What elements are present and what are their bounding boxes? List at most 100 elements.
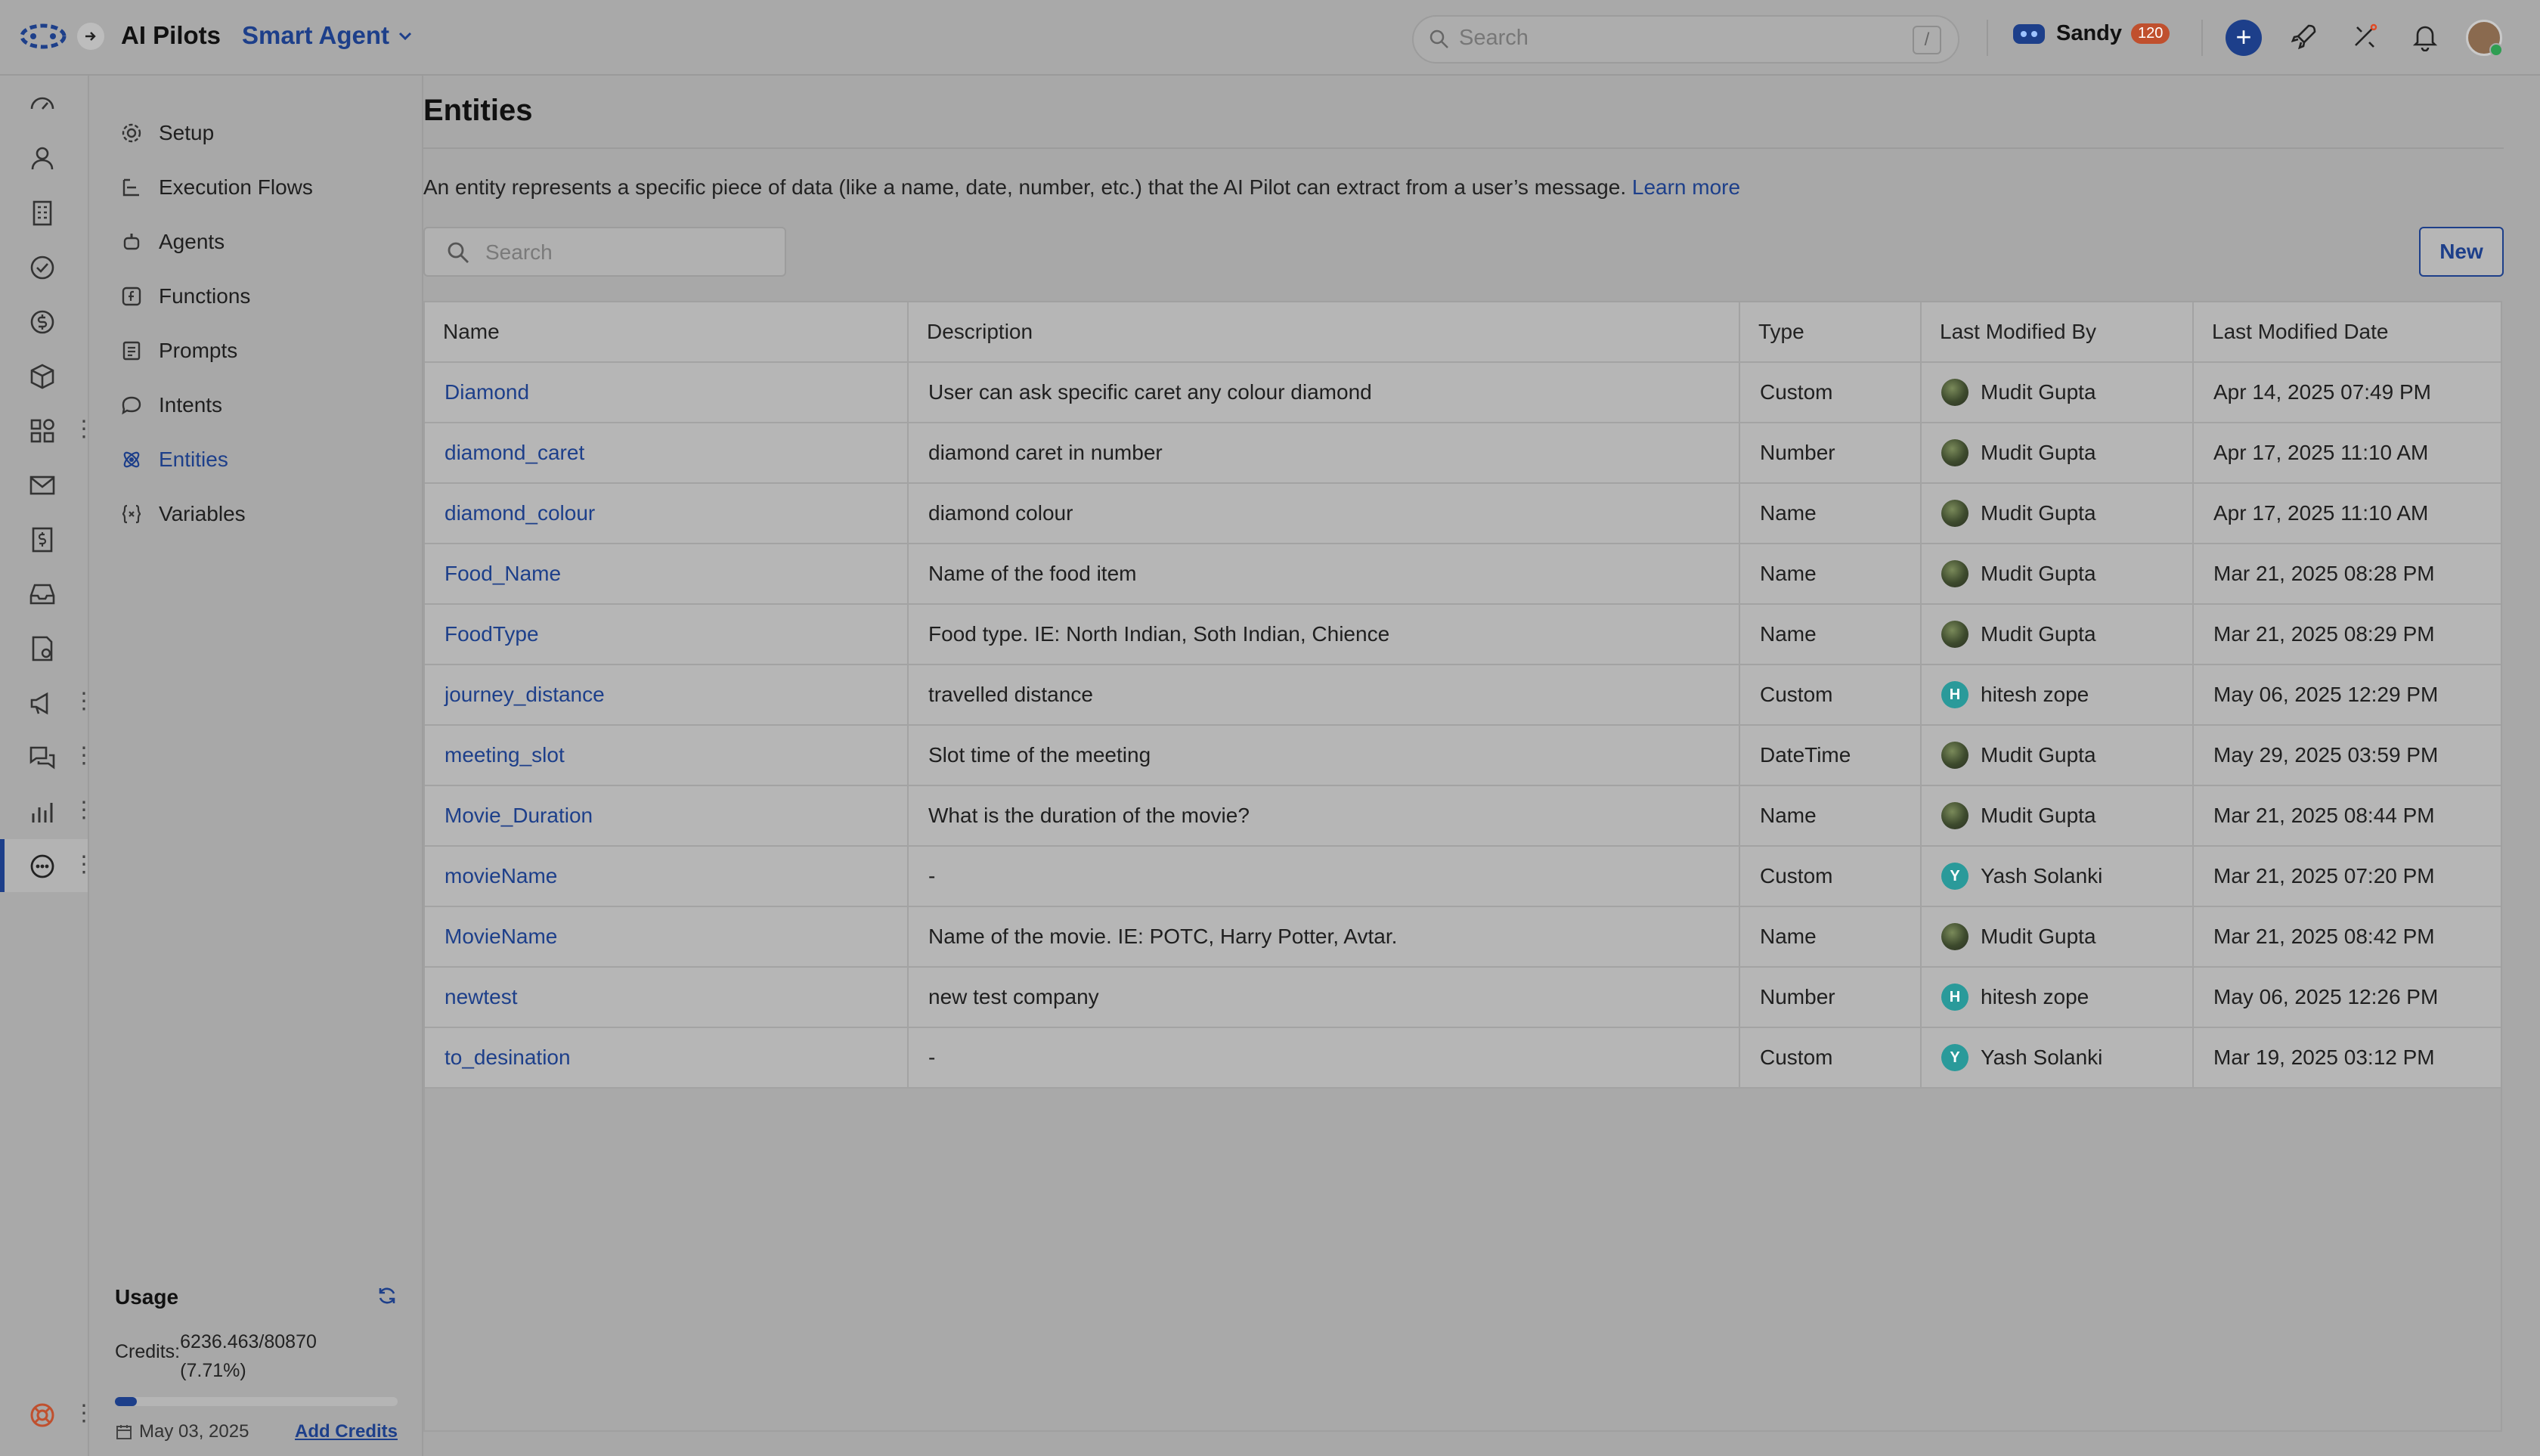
email-icon[interactable] xyxy=(27,470,57,500)
table-row[interactable]: Movie_Duration What is the duration of th… xyxy=(425,785,2501,847)
nav-item-variables[interactable]: Variables xyxy=(119,491,407,537)
table-row[interactable]: FoodType Food type. IE: North Indian, Sot… xyxy=(425,604,2501,665)
table-row[interactable]: meeting_slot Slot time of the meeting Date… xyxy=(425,725,2501,786)
nav-item-entities[interactable]: Entities xyxy=(119,437,407,482)
column-header-last-modified-by[interactable]: Last Modified By xyxy=(1921,302,2194,363)
more-options-icon[interactable]: ⋮ xyxy=(73,690,95,713)
more-options-icon[interactable]: ⋮ xyxy=(73,1402,95,1425)
entity-name-link[interactable]: diamond_colour xyxy=(444,501,595,525)
forms-icon[interactable] xyxy=(27,634,57,664)
table-row[interactable]: journey_distance travelled distance Custom… xyxy=(425,664,2501,726)
tasks-icon[interactable] xyxy=(27,252,57,283)
user-account-chip[interactable]: Sandy 120 xyxy=(2011,18,2170,48)
global-search-input[interactable]: Search / xyxy=(1412,15,1959,64)
table-body: Diamond User can ask specific caret any c… xyxy=(425,362,2501,1089)
cell-description: travelled distance xyxy=(908,664,1740,726)
table-row[interactable]: newtest new test company Number Hhitesh zop… xyxy=(425,967,2501,1028)
app-logo-icon[interactable] xyxy=(20,23,67,50)
learn-more-link[interactable]: Learn more xyxy=(1632,175,1740,199)
entity-name-link[interactable]: Food_Name xyxy=(444,562,561,585)
table-row[interactable]: movieName - Custom Y Yash Solanki Mar 21, 202… xyxy=(425,846,2501,907)
reports-icon[interactable] xyxy=(27,797,57,827)
table-row[interactable]: Diamond User can ask specific caret any c… xyxy=(425,362,2501,423)
user-avatar[interactable] xyxy=(2466,20,2503,57)
column-header-description[interactable]: Description xyxy=(908,302,1740,363)
entity-name-link[interactable]: MovieName xyxy=(444,925,557,948)
entity-name-link[interactable]: diamond_caret xyxy=(444,441,584,464)
entity-type: Name xyxy=(1760,925,1817,948)
billing-icon[interactable] xyxy=(27,525,57,555)
search-placeholder: Search xyxy=(1459,26,1529,50)
collapse-sidebar-button[interactable] xyxy=(77,23,104,50)
table-row[interactable]: MovieName Name of the movie. IE: POTC, Ha… xyxy=(425,906,2501,968)
nav-item-agents[interactable]: Agents xyxy=(119,219,407,265)
nav-item-prompts[interactable]: Prompts xyxy=(119,328,407,373)
entity-modified-date: Apr 17, 2025 11:10 AM xyxy=(2213,501,2429,525)
entity-type: Number xyxy=(1760,441,1835,464)
add-credits-link[interactable]: Add Credits xyxy=(295,1421,398,1442)
cell-type: Custom xyxy=(1739,362,1922,423)
cell-type: Custom xyxy=(1739,664,1922,726)
refresh-icon[interactable] xyxy=(376,1285,398,1306)
company-icon[interactable] xyxy=(27,198,57,228)
table-row[interactable]: diamond_colour diamond colour Name Mudit Gu… xyxy=(425,483,2501,544)
nav-item-execution-flows[interactable]: Execution Flows xyxy=(119,165,407,210)
divider xyxy=(2201,20,2203,56)
nav-item-intents[interactable]: Intents xyxy=(119,383,407,428)
help-icon[interactable] xyxy=(27,1400,57,1430)
entity-name-link[interactable]: newtest xyxy=(444,985,518,1008)
modified-by: Mudit Gupta xyxy=(1941,923,2173,950)
contacts-icon[interactable] xyxy=(27,144,57,174)
tools-icon[interactable] xyxy=(2350,21,2380,51)
agent-switcher[interactable]: Smart Agent xyxy=(242,21,414,50)
more-options-icon[interactable]: ⋮ xyxy=(73,418,95,441)
campaigns-icon[interactable] xyxy=(27,688,57,718)
entity-search-input[interactable]: Search xyxy=(423,227,786,277)
entity-name-link[interactable]: Diamond xyxy=(444,380,529,404)
dashboard-icon[interactable] xyxy=(27,89,57,119)
cell-name: Movie_Duration xyxy=(425,785,909,847)
cell-modified-date: Mar 21, 2025 07:20 PM xyxy=(2193,846,2501,907)
more-options-icon[interactable]: ⋮ xyxy=(73,799,95,822)
entity-modified-date: May 06, 2025 12:26 PM xyxy=(2213,985,2439,1008)
more-options-icon[interactable]: ⋮ xyxy=(73,853,95,876)
entity-modified-date: May 06, 2025 12:29 PM xyxy=(2213,683,2439,706)
more-options-icon[interactable]: ⋮ xyxy=(73,745,95,767)
table-row[interactable]: to_desination - Custom Y Yash Solanki Mar 19,… xyxy=(425,1027,2501,1089)
nav-item-setup[interactable]: Setup xyxy=(119,110,407,156)
apps-icon[interactable] xyxy=(27,416,57,446)
bell-icon[interactable] xyxy=(2410,21,2440,51)
cell-modified-date: Mar 21, 2025 08:42 PM xyxy=(2193,906,2501,968)
inbox-icon[interactable] xyxy=(27,579,57,609)
cell-description: Name of the food item xyxy=(908,544,1740,605)
entity-type: Number xyxy=(1760,985,1835,1008)
deals-icon[interactable] xyxy=(27,307,57,337)
rocket-icon[interactable] xyxy=(2289,21,2319,51)
column-header-name[interactable]: Name xyxy=(425,302,909,363)
entity-description: diamond colour xyxy=(928,501,1073,525)
nav-item-functions[interactable]: Functions xyxy=(119,274,407,319)
entity-name-link[interactable]: to_desination xyxy=(444,1046,571,1069)
cell-name: movieName xyxy=(425,846,909,907)
entity-name-link[interactable]: FoodType xyxy=(444,622,539,646)
chat-icon[interactable] xyxy=(27,742,57,773)
new-entity-button[interactable]: New xyxy=(2419,227,2504,277)
entity-name-link[interactable]: meeting_slot xyxy=(444,743,565,767)
cell-modified-by: Mudit Gupta xyxy=(1921,483,2194,544)
nav-item-label: Entities xyxy=(159,448,228,471)
user-avatar: Y xyxy=(1941,863,1968,890)
entity-description: - xyxy=(928,1046,936,1069)
cell-name: newtest xyxy=(425,967,909,1028)
column-header-last-modified-date[interactable]: Last Modified Date xyxy=(2193,302,2501,363)
column-header-type[interactable]: Type xyxy=(1739,302,1922,363)
entity-name-link[interactable]: journey_distance xyxy=(444,683,605,706)
entity-type: Name xyxy=(1760,501,1817,525)
entity-name-link[interactable]: movieName xyxy=(444,864,557,888)
ai-pilots-icon[interactable] xyxy=(27,851,57,881)
table-row[interactable]: Food_Name Name of the food item Name Mudit … xyxy=(425,544,2501,605)
flow-icon xyxy=(119,175,144,200)
entity-name-link[interactable]: Movie_Duration xyxy=(444,804,593,827)
quick-add-button[interactable]: + xyxy=(2226,20,2262,56)
table-row[interactable]: diamond_caret diamond caret in number Numb… xyxy=(425,423,2501,484)
products-icon[interactable] xyxy=(27,361,57,392)
